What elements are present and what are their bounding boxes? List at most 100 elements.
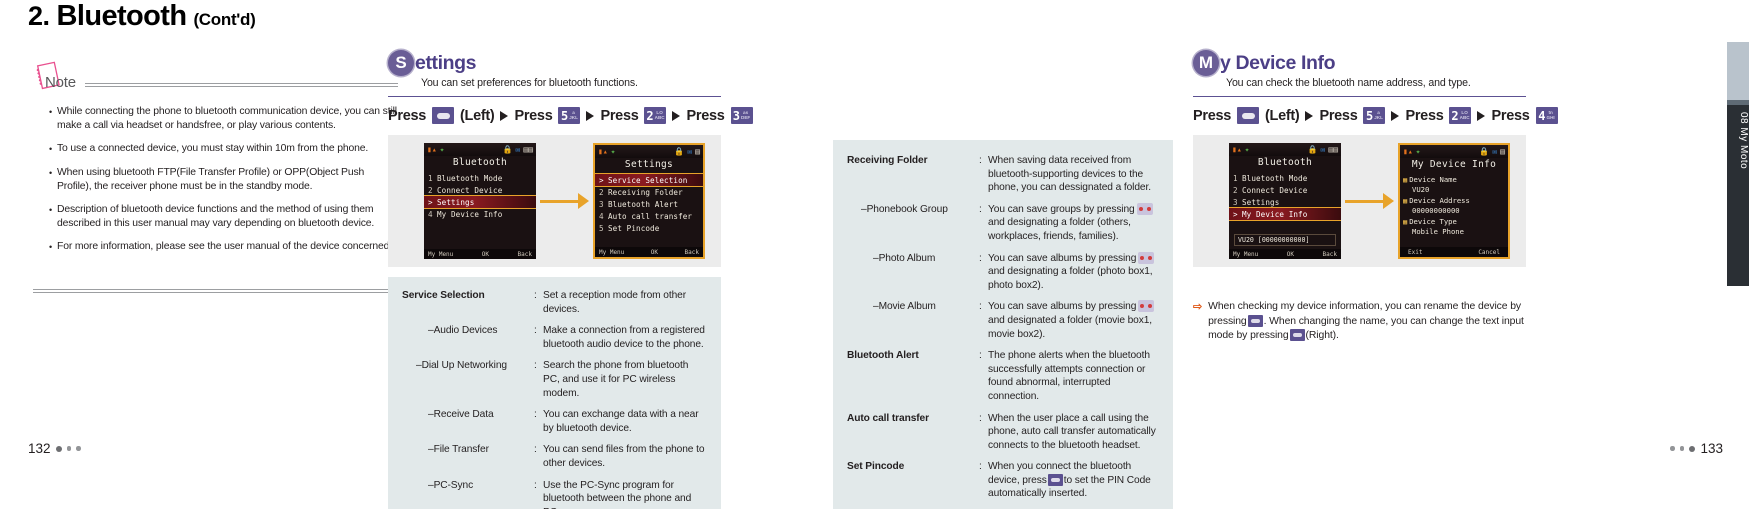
definition-term: –Receive Data bbox=[428, 409, 494, 421]
numeric-key-5-icon[interactable]: 5 a JKL bbox=[558, 107, 581, 124]
menu-index: > bbox=[428, 197, 433, 207]
edge-tab-label: 08 My Moto bbox=[1738, 112, 1749, 170]
definition-desc-pre: You can save albums by pressing bbox=[988, 301, 1137, 313]
definition-row: Bluetooth Alert : The phone alerts when … bbox=[847, 349, 1159, 403]
oval-key-icon[interactable] bbox=[432, 107, 455, 124]
numeric-key-4-icon[interactable]: 4 tn GHI bbox=[1535, 107, 1558, 124]
softkey-right[interactable]: Back bbox=[685, 249, 699, 256]
softkey-left[interactable]: My Menu bbox=[428, 251, 453, 258]
phone-menu-item[interactable]: 2 Connect Device bbox=[424, 184, 536, 196]
phone-menu-item[interactable]: 4 My Device Info bbox=[424, 208, 536, 220]
softkey-center[interactable]: OK bbox=[1287, 251, 1294, 258]
settings-section: S ettings You can set preferences for bl… bbox=[388, 50, 753, 124]
definition-row: –PC-Sync : Use the PC-Sync program for b… bbox=[402, 479, 707, 509]
note-label: Note bbox=[45, 74, 76, 91]
definition-term: Auto call transfer bbox=[847, 412, 929, 424]
numeric-key-2-icon[interactable]: 2 LO ABC bbox=[644, 107, 667, 124]
leaf-icon: ✦ bbox=[610, 147, 616, 156]
phone-menu-item[interactable]: 1 Bluetooth Mode bbox=[1229, 172, 1341, 184]
softkey-center[interactable]: OK bbox=[482, 251, 489, 258]
receiving-folder-definition-table: Receiving Folder : When saving data rece… bbox=[833, 140, 1173, 509]
phone-menu-item[interactable]: 2 Receiving Folder bbox=[595, 186, 703, 198]
page-dot bbox=[55, 445, 62, 452]
definition-row: Set Pincode : When you connect the bluet… bbox=[847, 460, 1159, 501]
page-dot bbox=[1679, 446, 1685, 451]
phone-menu-item[interactable]: 3 Bluetooth Alert bbox=[595, 198, 703, 210]
oval-key-icon[interactable] bbox=[1237, 107, 1260, 124]
phone-status-bar: ▮▴ ✦ 🔒 ✉ ▤▤ bbox=[424, 143, 536, 156]
phone-menu-item-selected[interactable]: > Service Selection bbox=[595, 173, 703, 187]
settings-section-rule bbox=[388, 96, 721, 97]
key-sub2: JKL bbox=[569, 114, 578, 120]
note-list: While connecting the phone to bluetooth … bbox=[33, 105, 398, 255]
definition-desc: When saving data received from bluetooth… bbox=[988, 155, 1151, 194]
phone-screen-title: My Device Info bbox=[1411, 159, 1497, 170]
menu-index: 5 bbox=[599, 223, 604, 233]
page-title-suffix: (Cont'd) bbox=[193, 10, 256, 29]
definition-row: –Audio Devices : Make a connection from … bbox=[402, 324, 707, 351]
mydevice-badge-icon: M bbox=[1193, 50, 1219, 76]
phone-device-name-bar: VU20 [00000000000] bbox=[1234, 234, 1336, 246]
mydevice-section-rule bbox=[1193, 96, 1526, 97]
softkey-center[interactable]: OK bbox=[651, 249, 658, 256]
phone-menu-item[interactable]: 3 Settings bbox=[1229, 196, 1341, 208]
signal-icon: ▮▴ bbox=[1403, 147, 1413, 156]
inline-oval-key-icon-2 bbox=[1289, 329, 1305, 341]
phone-menu-item-selected[interactable]: > Settings bbox=[424, 195, 536, 209]
flow-arrow-icon bbox=[1345, 193, 1394, 209]
softkey-left[interactable]: My Menu bbox=[599, 249, 624, 256]
settings-press-sequence: Press (Left) Press 5 a JKL Press 2 LO ABC … bbox=[388, 107, 753, 124]
device-field-label: ▦ Device Name bbox=[1400, 174, 1508, 185]
page-dot bbox=[76, 446, 81, 451]
softkey-left[interactable]: Exit bbox=[1408, 249, 1422, 256]
definition-desc: The phone alerts when the bluetooth succ… bbox=[988, 350, 1150, 402]
numeric-key-2-icon[interactable]: 2 LO ABC bbox=[1449, 107, 1472, 124]
numeric-key-3-icon[interactable]: 3 as DEF bbox=[730, 107, 753, 124]
definition-row: –Movie Album : You can save albums by pr… bbox=[847, 300, 1159, 341]
battery-icon: ▤▤ bbox=[1328, 145, 1338, 154]
softkey-right[interactable]: Cancel bbox=[1478, 249, 1500, 256]
menu-index: 4 bbox=[599, 211, 604, 221]
press-label: Press bbox=[514, 107, 553, 124]
phone-menu-item[interactable]: 4 Auto call transfer bbox=[595, 210, 703, 222]
flow-arrow-icon bbox=[540, 193, 589, 209]
battery-icon: ▤ bbox=[1500, 147, 1505, 156]
press-left-label: (Left) bbox=[1265, 107, 1300, 124]
lock-icon: 🔒 bbox=[1479, 147, 1490, 156]
phone-screen-title: Bluetooth bbox=[1257, 157, 1313, 168]
definition-colon: : bbox=[534, 479, 537, 491]
device-field-value: Mobile Phone bbox=[1412, 227, 1464, 236]
lock-icon: 🔒 bbox=[1307, 145, 1318, 154]
inline-key-icon bbox=[1138, 300, 1155, 313]
definition-term: Set Pincode bbox=[847, 461, 905, 473]
bluetooth-icon: ✉ bbox=[1320, 145, 1326, 154]
softkey-left[interactable]: My Menu bbox=[1233, 251, 1258, 258]
mydevice-section-title: y Device Info bbox=[1220, 51, 1336, 74]
numeric-key-5-icon[interactable]: 5 a JKL bbox=[1363, 107, 1386, 124]
menu-index: 4 bbox=[428, 209, 433, 219]
softkey-right[interactable]: Back bbox=[518, 251, 532, 258]
sequence-arrow-icon bbox=[1305, 110, 1314, 121]
phone-menu-item[interactable]: 5 Set Pincode bbox=[595, 222, 703, 234]
phone-menu-item[interactable]: 1 Bluetooth Mode bbox=[424, 172, 536, 184]
menu-index: 2 bbox=[428, 185, 433, 195]
field-label: Device Name bbox=[1409, 175, 1457, 184]
menu-index: 3 bbox=[1233, 197, 1238, 207]
menu-label: My Device Info bbox=[1242, 209, 1308, 219]
field-icon: ▦ bbox=[1403, 175, 1408, 184]
menu-label: Bluetooth Mode bbox=[437, 173, 503, 183]
settings-badge-icon: S bbox=[388, 50, 414, 76]
settings-definition-table: Service Selection : Set a reception mode… bbox=[388, 277, 721, 509]
phone-menu-item[interactable]: 2 Connect Device bbox=[1229, 184, 1341, 196]
lock-icon: 🔒 bbox=[674, 147, 685, 156]
softkey-right[interactable]: Back bbox=[1323, 251, 1337, 258]
phone-menu-item-selected[interactable]: > My Device Info bbox=[1229, 207, 1341, 221]
field-icon: ▦ bbox=[1403, 217, 1408, 226]
mydevice-screenshot-group: ▮▴ ✦ 🔒 ✉ ▤▤ Bluetooth 1 Bluetooth Mode 2C… bbox=[1193, 135, 1526, 267]
key-digit: 5 bbox=[561, 108, 569, 123]
sequence-arrow-icon bbox=[500, 110, 509, 121]
page-dot bbox=[1670, 446, 1675, 451]
page-number-right-value: 133 bbox=[1700, 441, 1723, 456]
definition-row: Auto call transfer : When the user place… bbox=[847, 412, 1159, 453]
menu-index: 1 bbox=[1233, 173, 1238, 183]
